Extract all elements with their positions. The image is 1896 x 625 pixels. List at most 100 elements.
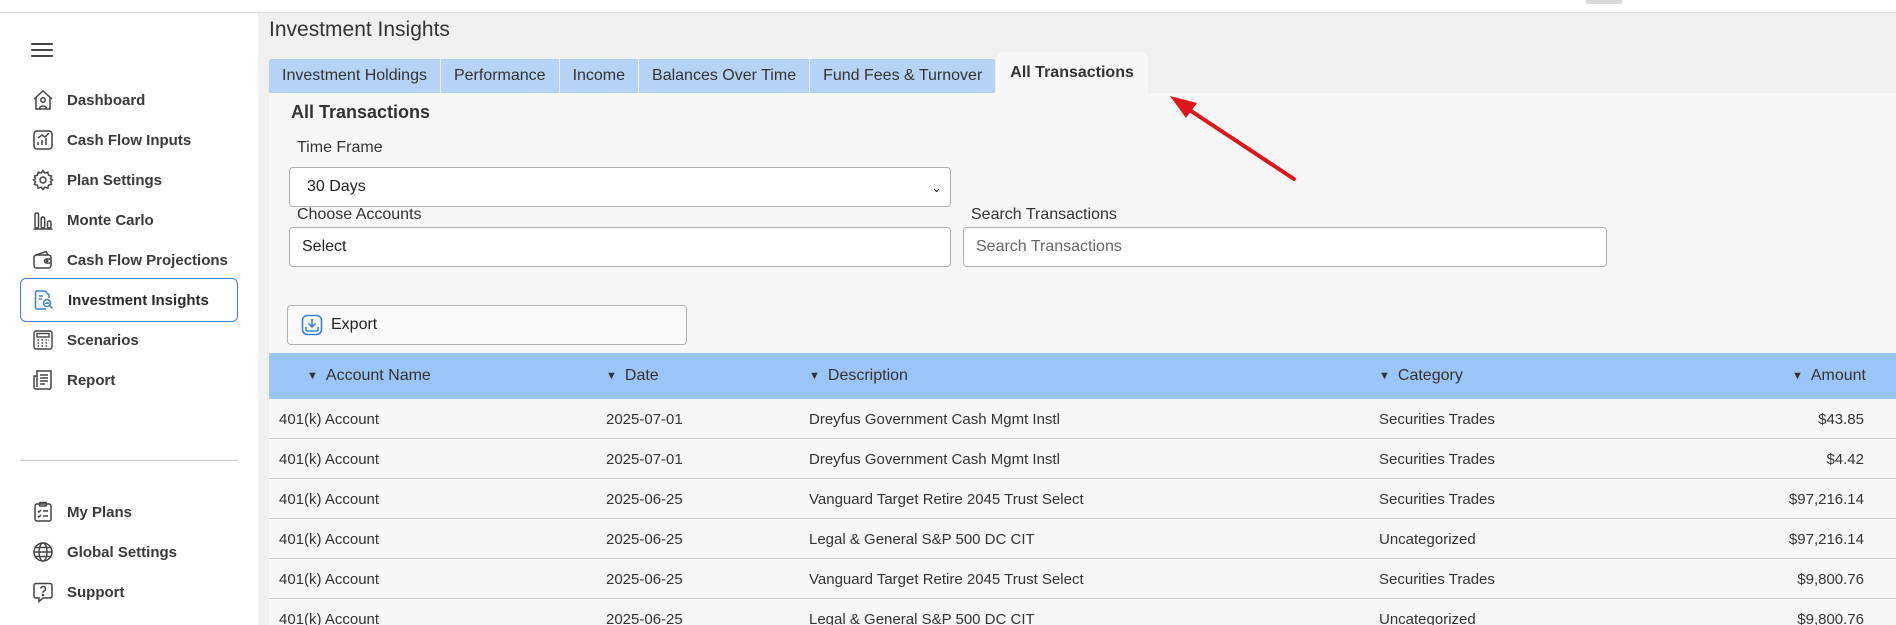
clipboard-icon (30, 499, 56, 525)
tab-bar: Investment Holdings Performance Income B… (269, 52, 1149, 93)
tab-income[interactable]: Income (559, 59, 640, 93)
help-bubble-icon (30, 579, 56, 605)
sidebar-item-label: Dashboard (67, 91, 146, 109)
sidebar-item-investment-insights[interactable]: Investment Insights (20, 278, 238, 322)
sidebar-item-my-plans[interactable]: My Plans (20, 490, 238, 534)
time-frame-select[interactable]: 30 Days ⌄ (289, 167, 951, 207)
column-header-amount[interactable]: ▼ Amount (1792, 353, 1866, 399)
sidebar-item-scenarios[interactable]: Scenarios (20, 318, 238, 362)
choose-accounts-label: Choose Accounts (297, 206, 422, 223)
table-header: ▼ Account Name ▼ Date ▼ Description ▼ Catego… (269, 353, 1896, 399)
sort-down-icon: ▼ (606, 370, 617, 382)
cell-description: Vanguard Target Retire 2045 Trust Select (809, 490, 1084, 508)
bar-chart-icon (30, 207, 56, 233)
calculator-icon (30, 327, 56, 353)
export-tray-icon (301, 314, 323, 336)
table-row[interactable]: 401(k) Account 2025-07-01 Dreyfus Governme… (269, 439, 1896, 479)
time-frame-label: Time Frame (297, 139, 383, 156)
tab-performance[interactable]: Performance (440, 59, 560, 93)
newspaper-icon (30, 367, 56, 393)
cell-description: Dreyfus Government Cash Mgmt Instl (809, 450, 1060, 468)
cell-amount: $4.42 (1826, 450, 1864, 468)
tab-all-transactions[interactable]: All Transactions (996, 52, 1149, 93)
transactions-table: ▼ Account Name ▼ Date ▼ Description ▼ Catego… (269, 353, 1896, 625)
column-header-account-name[interactable]: ▼ Account Name (307, 353, 431, 399)
column-header-category[interactable]: ▼ Category (1379, 353, 1463, 399)
page-title: Investment Insights (269, 18, 450, 41)
cell-category: Securities Trades (1379, 570, 1495, 588)
table-row[interactable]: 401(k) Account 2025-06-25 Legal & General … (269, 519, 1896, 559)
cell-account-name: 401(k) Account (279, 610, 380, 625)
gear-icon (30, 167, 56, 193)
top-bar-stub (1586, 0, 1622, 4)
search-transactions-input[interactable]: Search Transactions (963, 227, 1607, 267)
sidebar-item-cash-flow-projections[interactable]: Cash Flow Projections (20, 238, 238, 282)
column-header-date[interactable]: ▼ Date (606, 353, 659, 399)
globe-icon (30, 539, 56, 565)
cell-amount: $97,216.14 (1788, 530, 1864, 548)
sidebar-item-report[interactable]: Report (20, 358, 238, 402)
tab-balances-over-time[interactable]: Balances Over Time (639, 59, 811, 93)
cell-amount: $43.85 (1818, 410, 1864, 428)
sidebar-item-global-settings[interactable]: Global Settings (20, 530, 238, 574)
cell-date: 2025-06-25 (606, 610, 683, 625)
choose-accounts-select[interactable]: Select (289, 227, 951, 267)
tab-fund-fees-turnover[interactable]: Fund Fees & Turnover (810, 59, 997, 93)
column-label: Account Name (325, 367, 431, 384)
table-row[interactable]: 401(k) Account 2025-07-01 Dreyfus Governme… (269, 399, 1896, 439)
column-label: Amount (1810, 367, 1866, 384)
column-header-description[interactable]: ▼ Description (809, 353, 908, 399)
cell-account-name: 401(k) Account (279, 450, 380, 468)
column-label: Category (1397, 367, 1463, 384)
export-label: Export (331, 316, 378, 333)
sort-down-icon: ▼ (1379, 370, 1390, 382)
time-frame-value: 30 Days (307, 178, 366, 195)
top-bar (0, 0, 1896, 13)
sidebar-divider (20, 460, 238, 461)
cell-date: 2025-07-01 (606, 450, 683, 468)
all-transactions-panel: All Transactions Time Frame 30 Days ⌄ Ch… (269, 93, 1896, 625)
document-search-icon (31, 287, 57, 313)
sidebar-item-label: My Plans (67, 503, 133, 521)
chevron-down-icon: ⌄ (931, 180, 942, 195)
export-button[interactable]: Export (287, 305, 687, 345)
table-row[interactable]: 401(k) Account 2025-06-25 Legal & General … (269, 599, 1896, 625)
cell-account-name: 401(k) Account (279, 530, 380, 548)
cell-date: 2025-06-25 (606, 570, 683, 588)
sidebar-item-label: Cash Flow Inputs (67, 131, 192, 149)
cell-amount: $9,800.76 (1797, 610, 1864, 625)
search-placeholder: Search Transactions (976, 238, 1122, 255)
sidebar-item-monte-carlo[interactable]: Monte Carlo (20, 198, 238, 242)
table-row[interactable]: 401(k) Account 2025-06-25 Vanguard Target … (269, 559, 1896, 599)
sidebar-item-label: Scenarios (67, 331, 139, 349)
tab-investment-holdings[interactable]: Investment Holdings (269, 59, 441, 93)
sort-down-icon: ▼ (1791, 370, 1803, 382)
column-label: Description (827, 367, 908, 384)
sidebar-item-plan-settings[interactable]: Plan Settings (20, 158, 238, 202)
cell-date: 2025-06-25 (606, 530, 683, 548)
sidebar-item-label: Global Settings (67, 543, 178, 561)
cell-amount: $97,216.14 (1788, 490, 1864, 508)
sort-down-icon: ▼ (809, 370, 820, 382)
choose-accounts-value: Select (302, 238, 347, 255)
sort-down-icon: ▼ (307, 370, 318, 382)
cell-category: Uncategorized (1379, 530, 1476, 548)
sidebar-item-dashboard[interactable]: Dashboard (20, 78, 238, 122)
sidebar-item-cash-flow-inputs[interactable]: Cash Flow Inputs (20, 118, 238, 162)
cell-account-name: 401(k) Account (279, 410, 380, 428)
wallet-icon (30, 247, 56, 273)
hamburger-menu-icon[interactable] (31, 43, 53, 59)
section-title: All Transactions (291, 102, 431, 122)
table-row[interactable]: 401(k) Account 2025-06-25 Vanguard Target … (269, 479, 1896, 519)
cell-category: Uncategorized (1379, 610, 1476, 625)
search-transactions-label: Search Transactions (971, 206, 1117, 223)
cell-category: Securities Trades (1379, 450, 1495, 468)
cell-account-name: 401(k) Account (279, 490, 380, 508)
cell-date: 2025-07-01 (606, 410, 683, 428)
cell-category: Securities Trades (1379, 490, 1495, 508)
cell-date: 2025-06-25 (606, 490, 683, 508)
sidebar-item-support[interactable]: Support (20, 570, 238, 614)
cell-account-name: 401(k) Account (279, 570, 380, 588)
cell-description: Vanguard Target Retire 2045 Trust Select (809, 570, 1084, 588)
house-icon (30, 87, 56, 113)
